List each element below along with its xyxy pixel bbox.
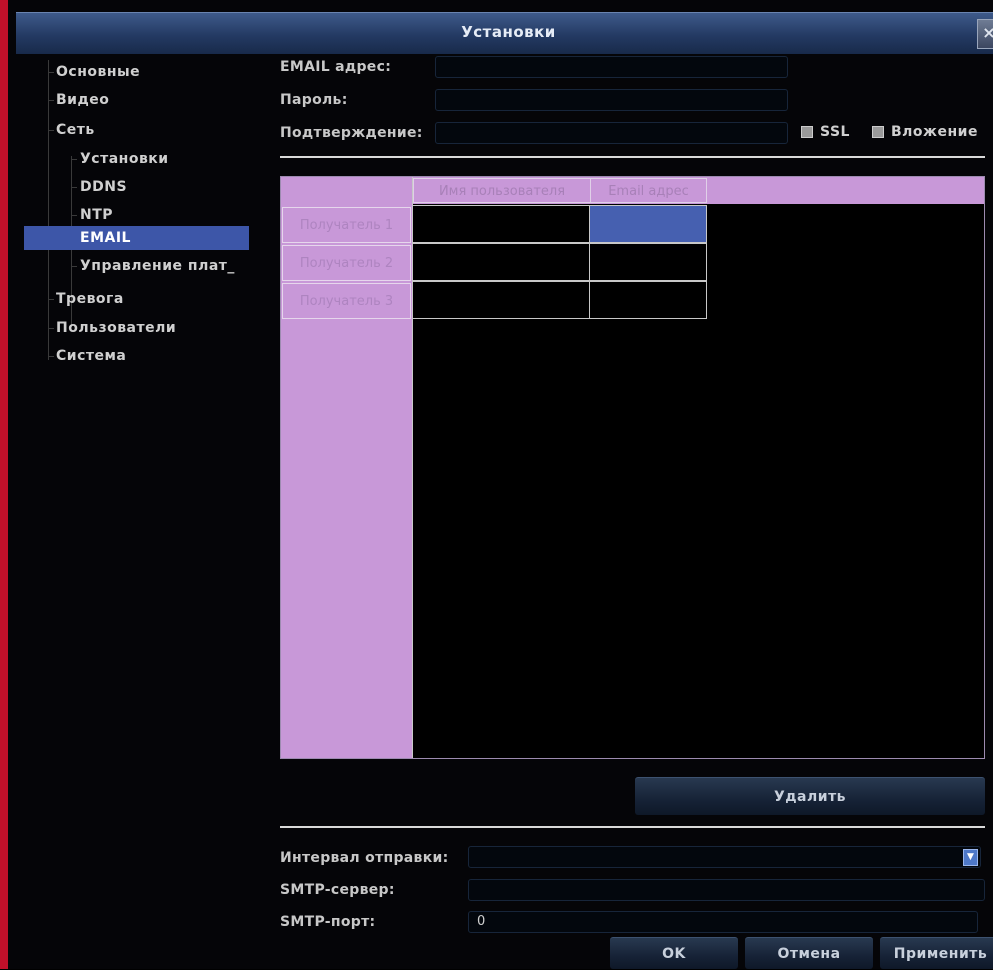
tree-item-network[interactable]: Сеть xyxy=(48,118,95,142)
recipients-table: Имя пользователя Email адрес Получатель … xyxy=(280,176,985,759)
settings-window: Установки × Основные Видео Сеть Установк… xyxy=(0,0,993,969)
tree-item-label: Установки xyxy=(80,151,169,167)
email-address-label: EMAIL адрес: xyxy=(280,59,392,75)
tree-item-email[interactable]: EMAIL xyxy=(24,226,249,250)
smtp-server-field[interactable] xyxy=(468,879,985,901)
attachment-checkbox[interactable] xyxy=(872,126,884,138)
recipient-1-name-cell[interactable] xyxy=(412,205,590,243)
tree-item-label: EMAIL xyxy=(80,230,131,246)
tree-item-basic[interactable]: Основные xyxy=(48,60,140,84)
smtp-port-field[interactable]: 0 xyxy=(468,911,978,933)
tree-item-users[interactable]: Пользователи xyxy=(48,316,176,340)
tree-item-label: Сеть xyxy=(56,122,95,138)
tree-item-ntp[interactable]: NTP xyxy=(71,203,113,227)
send-interval-label: Интервал отправки: xyxy=(280,850,449,866)
ssl-label: SSL xyxy=(820,124,850,140)
settings-tree: Основные Видео Сеть Установки DDNS NTP E… xyxy=(18,56,258,956)
tree-item-label: Видео xyxy=(56,92,110,108)
column-header-username: Имя пользователя xyxy=(413,178,591,203)
tree-item-label: NTP xyxy=(80,207,114,223)
recipient-2-name-cell[interactable] xyxy=(412,243,590,281)
divider xyxy=(280,156,985,158)
divider xyxy=(280,826,985,828)
tree-item-label: Управление плат_ xyxy=(80,258,235,274)
password-field[interactable] xyxy=(435,89,788,111)
cancel-button[interactable]: Отмена xyxy=(745,937,873,969)
recipient-3-email-cell[interactable] xyxy=(589,281,707,319)
apply-button[interactable]: Применить xyxy=(880,937,993,969)
send-interval-dropdown[interactable]: ▼ xyxy=(468,846,981,868)
chevron-down-icon[interactable]: ▼ xyxy=(963,849,978,866)
tree-item-alarm[interactable]: Тревога xyxy=(48,287,124,311)
recipient-3-name-cell[interactable] xyxy=(412,281,590,319)
recipient-1-email-cell[interactable] xyxy=(589,205,707,243)
window-title: Установки xyxy=(461,23,556,41)
tree-item-network-settings[interactable]: Установки xyxy=(71,147,169,171)
smtp-server-label: SMTP-сервер: xyxy=(280,882,395,898)
title-bar: Установки × xyxy=(16,12,993,54)
tree-item-label: Основные xyxy=(56,64,141,80)
recipient-2-email-cell[interactable] xyxy=(589,243,707,281)
delete-button[interactable]: Удалить xyxy=(635,777,985,815)
tree-item-label: Система xyxy=(56,348,127,364)
tree-item-video[interactable]: Видео xyxy=(48,88,109,112)
row-header-recipient-1: Получатель 1 xyxy=(282,207,411,243)
tree-item-label: Тревога xyxy=(56,291,124,307)
tree-item-ddns[interactable]: DDNS xyxy=(71,175,127,199)
email-address-field[interactable] xyxy=(435,56,788,78)
tree-item-label: Пользователи xyxy=(56,320,177,336)
confirm-password-field[interactable] xyxy=(435,122,788,144)
attachment-label: Вложение xyxy=(891,124,978,140)
ok-button[interactable]: OK xyxy=(610,937,738,969)
tree-item-platform-management[interactable]: Управление плат_ xyxy=(71,254,235,278)
row-header-recipient-3: Получатель 3 xyxy=(282,283,411,319)
smtp-port-label: SMTP-порт: xyxy=(280,914,376,930)
close-button[interactable]: × xyxy=(977,19,993,49)
ssl-checkbox[interactable] xyxy=(801,126,813,138)
tree-item-system[interactable]: Система xyxy=(48,344,126,368)
password-label: Пароль: xyxy=(280,92,348,108)
column-header-email: Email адрес xyxy=(590,178,707,203)
confirm-password-label: Подтверждение: xyxy=(280,125,423,141)
row-header-recipient-2: Получатель 2 xyxy=(282,245,411,281)
tree-item-label: DDNS xyxy=(80,179,128,195)
